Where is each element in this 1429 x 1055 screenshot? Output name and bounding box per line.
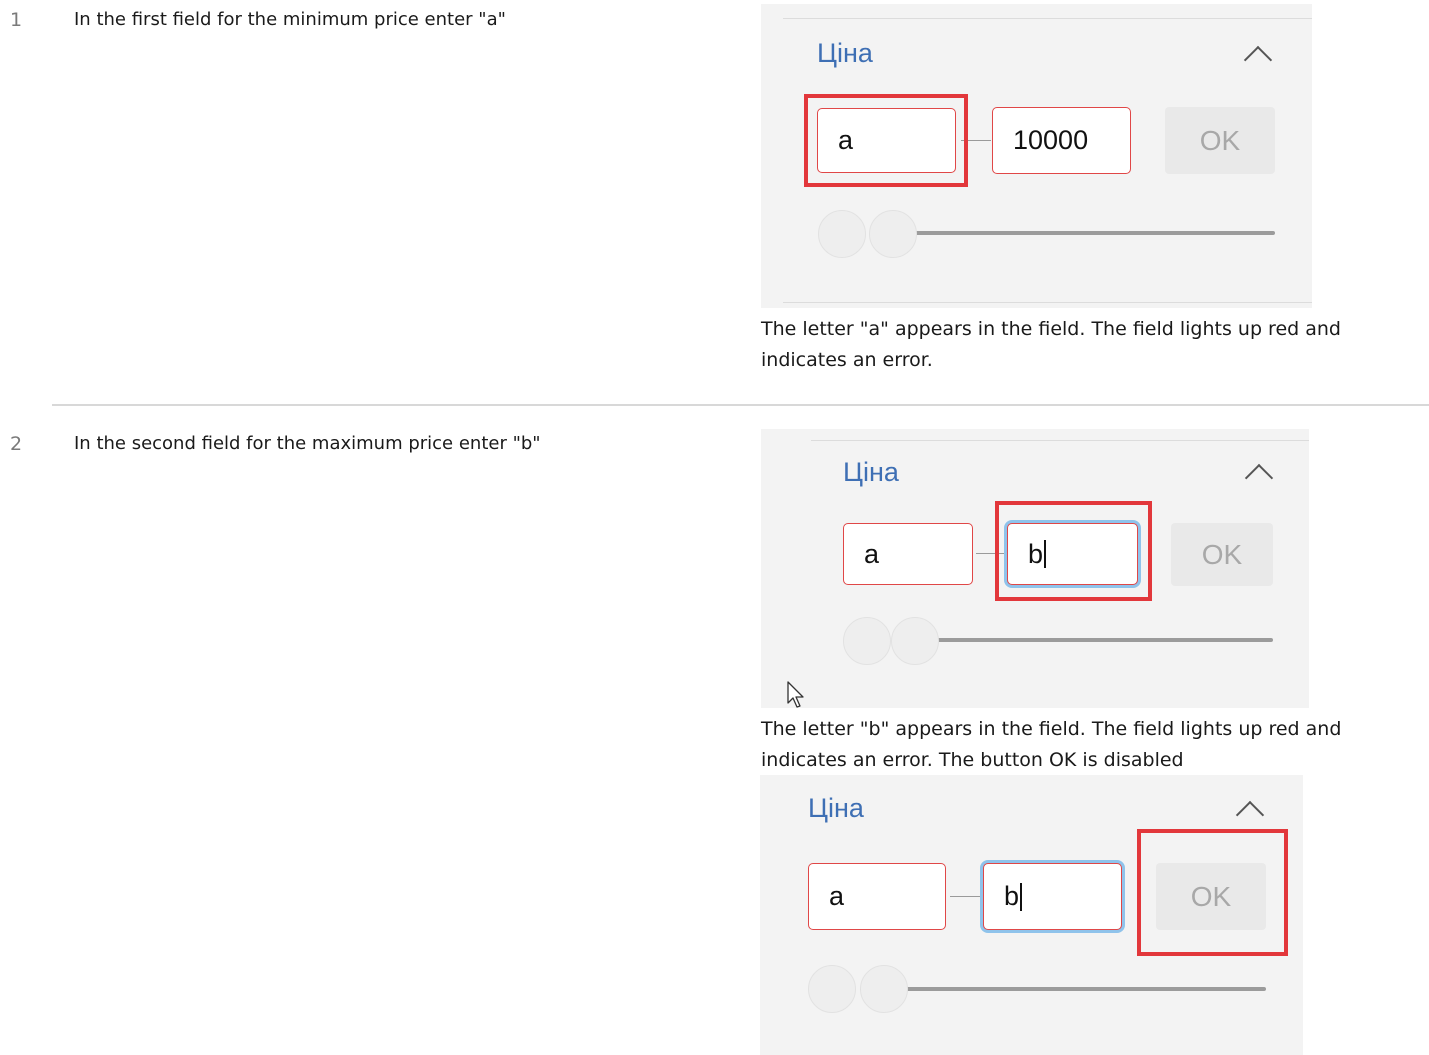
chevron-up-icon[interactable] [1243,45,1273,75]
slider-min-handle[interactable] [818,210,866,258]
step-1-action: In the first field for the minimum price… [74,9,506,30]
slider-max-handle[interactable] [860,965,908,1013]
screenshot-1: Ціна a 10000 OK [761,4,1312,308]
min-price-value: a [829,881,845,911]
step-2-result: The letter "b" appears in the field. The… [761,718,1342,771]
price-filter-title: Ціна [808,793,864,823]
text-caret [1020,882,1023,911]
step-divider [52,404,1429,406]
screenshot-2: Ціна a b OK [761,429,1309,708]
chevron-up-icon[interactable] [1235,800,1265,830]
price-filter-title: Ціна [843,457,899,487]
highlight-box [995,501,1152,601]
price-slider-track[interactable] [871,231,1275,235]
max-price-input[interactable]: 10000 [992,107,1131,174]
step-2-number: 2 [10,433,23,455]
step-1-number: 1 [10,9,23,31]
screenshot-3: Ціна a b OK [760,775,1303,1055]
min-price-input[interactable]: a [808,863,946,930]
price-slider-track[interactable] [893,638,1273,642]
range-dash [950,896,980,897]
ok-button[interactable]: OK [1165,107,1275,174]
highlight-box [1137,829,1288,956]
slider-max-handle[interactable] [869,210,917,258]
step-2-action: In the second field for the maximum pric… [74,433,541,454]
highlight-box [804,94,968,187]
step-1-result: The letter "a" appears in the field. The… [761,318,1341,371]
price-filter-title: Ціна [817,38,873,68]
slider-min-handle[interactable] [808,965,856,1013]
mouse-cursor-icon [787,681,804,708]
max-price-input[interactable]: b [983,863,1122,930]
max-price-value: 10000 [1013,125,1089,155]
slider-max-handle[interactable] [891,617,939,665]
slider-min-handle[interactable] [843,617,891,665]
chevron-up-icon[interactable] [1244,463,1274,493]
max-price-value: b [1004,881,1020,911]
min-price-input[interactable]: a [843,523,973,585]
ok-button[interactable]: OK [1171,523,1273,586]
min-price-value: a [864,538,880,569]
price-slider-track[interactable] [860,987,1266,991]
